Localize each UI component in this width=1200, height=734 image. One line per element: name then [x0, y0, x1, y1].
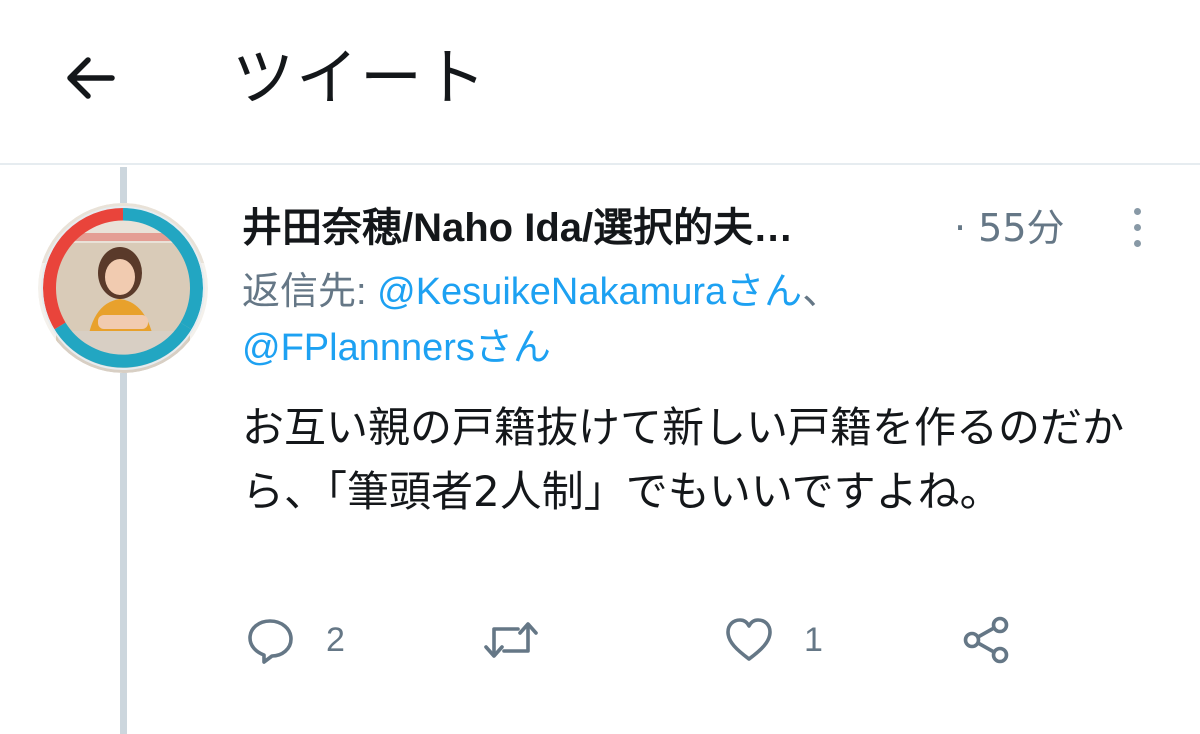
author-name[interactable]: 井田奈穂/Naho Ida/選択的夫…: [242, 200, 793, 256]
retweet-button[interactable]: [482, 610, 570, 670]
top-bar: ツイート: [0, 0, 1200, 165]
mention-link-1[interactable]: @KesuikeNakamuraさん: [377, 271, 802, 313]
timestamp[interactable]: · 55分: [954, 200, 1065, 256]
profile-photo: [38, 203, 208, 373]
mention-separator: 、: [802, 271, 841, 313]
more-options-button[interactable]: [1122, 202, 1152, 252]
avatar[interactable]: [38, 203, 208, 373]
like-button[interactable]: 1: [724, 610, 823, 670]
reply-button[interactable]: 2: [246, 610, 345, 670]
tweet-header: 井田奈穂/Naho Ida/選択的夫… · 55分: [242, 190, 1162, 262]
share-button[interactable]: [960, 610, 1012, 670]
more-dot: [1133, 239, 1141, 247]
tweet-text: お互い親の戸籍抜けて新しい戸籍を作るのだから、「筆頭者2人制」でもいいですよね。: [242, 403, 1125, 516]
back-button[interactable]: [58, 46, 122, 110]
share-icon: [963, 616, 1009, 664]
more-dot: [1133, 223, 1141, 231]
reply-to-line: 返信先: @KesuikeNakamuraさん、 @FPlannnersさん: [242, 264, 1162, 376]
page-title: ツイート: [232, 41, 489, 114]
reply-count: 2: [326, 620, 345, 659]
heart-icon: [726, 618, 772, 661]
retweet-icon: [484, 622, 538, 658]
reply-to-prefix: 返信先:: [242, 271, 378, 313]
arrow-left-icon: [67, 57, 115, 99]
more-dots-icon: [1133, 207, 1141, 215]
tweet-actions: 2 1: [242, 610, 1162, 670]
reply-icon: [248, 619, 293, 664]
like-count: 1: [804, 620, 823, 659]
mention-link-2[interactable]: @FPlannnersさん: [242, 327, 551, 369]
